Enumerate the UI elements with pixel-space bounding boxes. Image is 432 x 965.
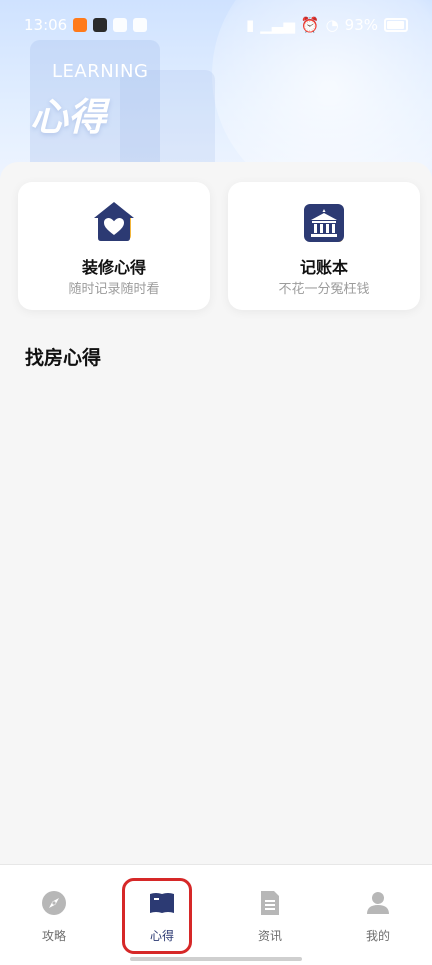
building-icon xyxy=(304,204,344,242)
tab-profile[interactable]: 我的 xyxy=(338,889,418,944)
notification-app-icon xyxy=(73,18,88,32)
tab-guides[interactable]: 攻略 xyxy=(14,889,94,944)
hero-subtitle: LEARNING xyxy=(52,61,149,82)
status-left: 13:06 xyxy=(24,16,148,34)
card-subtitle: 不花一分冤枉钱 xyxy=(278,282,370,297)
battery-percent: 93% xyxy=(344,16,378,34)
signal-icon: ▁▃▅ xyxy=(260,16,295,34)
notification-video-icon xyxy=(93,18,108,32)
status-time: 13:06 xyxy=(24,16,68,34)
card-title: 记账本 xyxy=(299,258,348,277)
section-title: 找房心得 xyxy=(25,347,102,369)
card-subtitle: 随时记录随时看 xyxy=(68,282,160,297)
tab-label: 我的 xyxy=(365,929,390,943)
tab-label: 资讯 xyxy=(257,929,282,943)
content-panel: 装修心得 随时记录随时看 记账本 不花一分冤枉钱 找房心得 xyxy=(0,162,432,864)
page-title: 心得 xyxy=(30,95,107,139)
alarm-icon: ⏰ xyxy=(300,16,320,34)
vibrate-icon: ▮ xyxy=(246,16,255,34)
home-indicator xyxy=(130,957,302,961)
card-renovation-notes[interactable]: 装修心得 随时记录随时看 xyxy=(18,182,210,310)
status-right: ▮ ▁▃▅ ⏰ ◔ 93% xyxy=(246,16,408,34)
card-title: 装修心得 xyxy=(81,258,146,277)
bottom-tab-bar: 攻略 心得 资讯 我的 xyxy=(0,864,432,965)
status-bar: 13:06 ▮ ▁▃▅ ⏰ ◔ 93% xyxy=(0,0,432,50)
notification-link-icon xyxy=(113,18,128,32)
tab-label: 攻略 xyxy=(41,929,66,943)
tab-news[interactable]: 资讯 xyxy=(230,889,310,944)
user-icon xyxy=(367,892,389,914)
selection-highlight xyxy=(122,878,192,954)
card-account-book[interactable]: 记账本 不花一分冤枉钱 xyxy=(228,182,420,310)
notification-message-icon xyxy=(133,18,148,32)
house-heart-icon xyxy=(94,202,134,241)
battery-icon xyxy=(384,18,408,32)
compass-icon xyxy=(42,891,66,915)
wifi-icon: ◔ xyxy=(325,16,339,34)
document-icon xyxy=(261,891,279,915)
